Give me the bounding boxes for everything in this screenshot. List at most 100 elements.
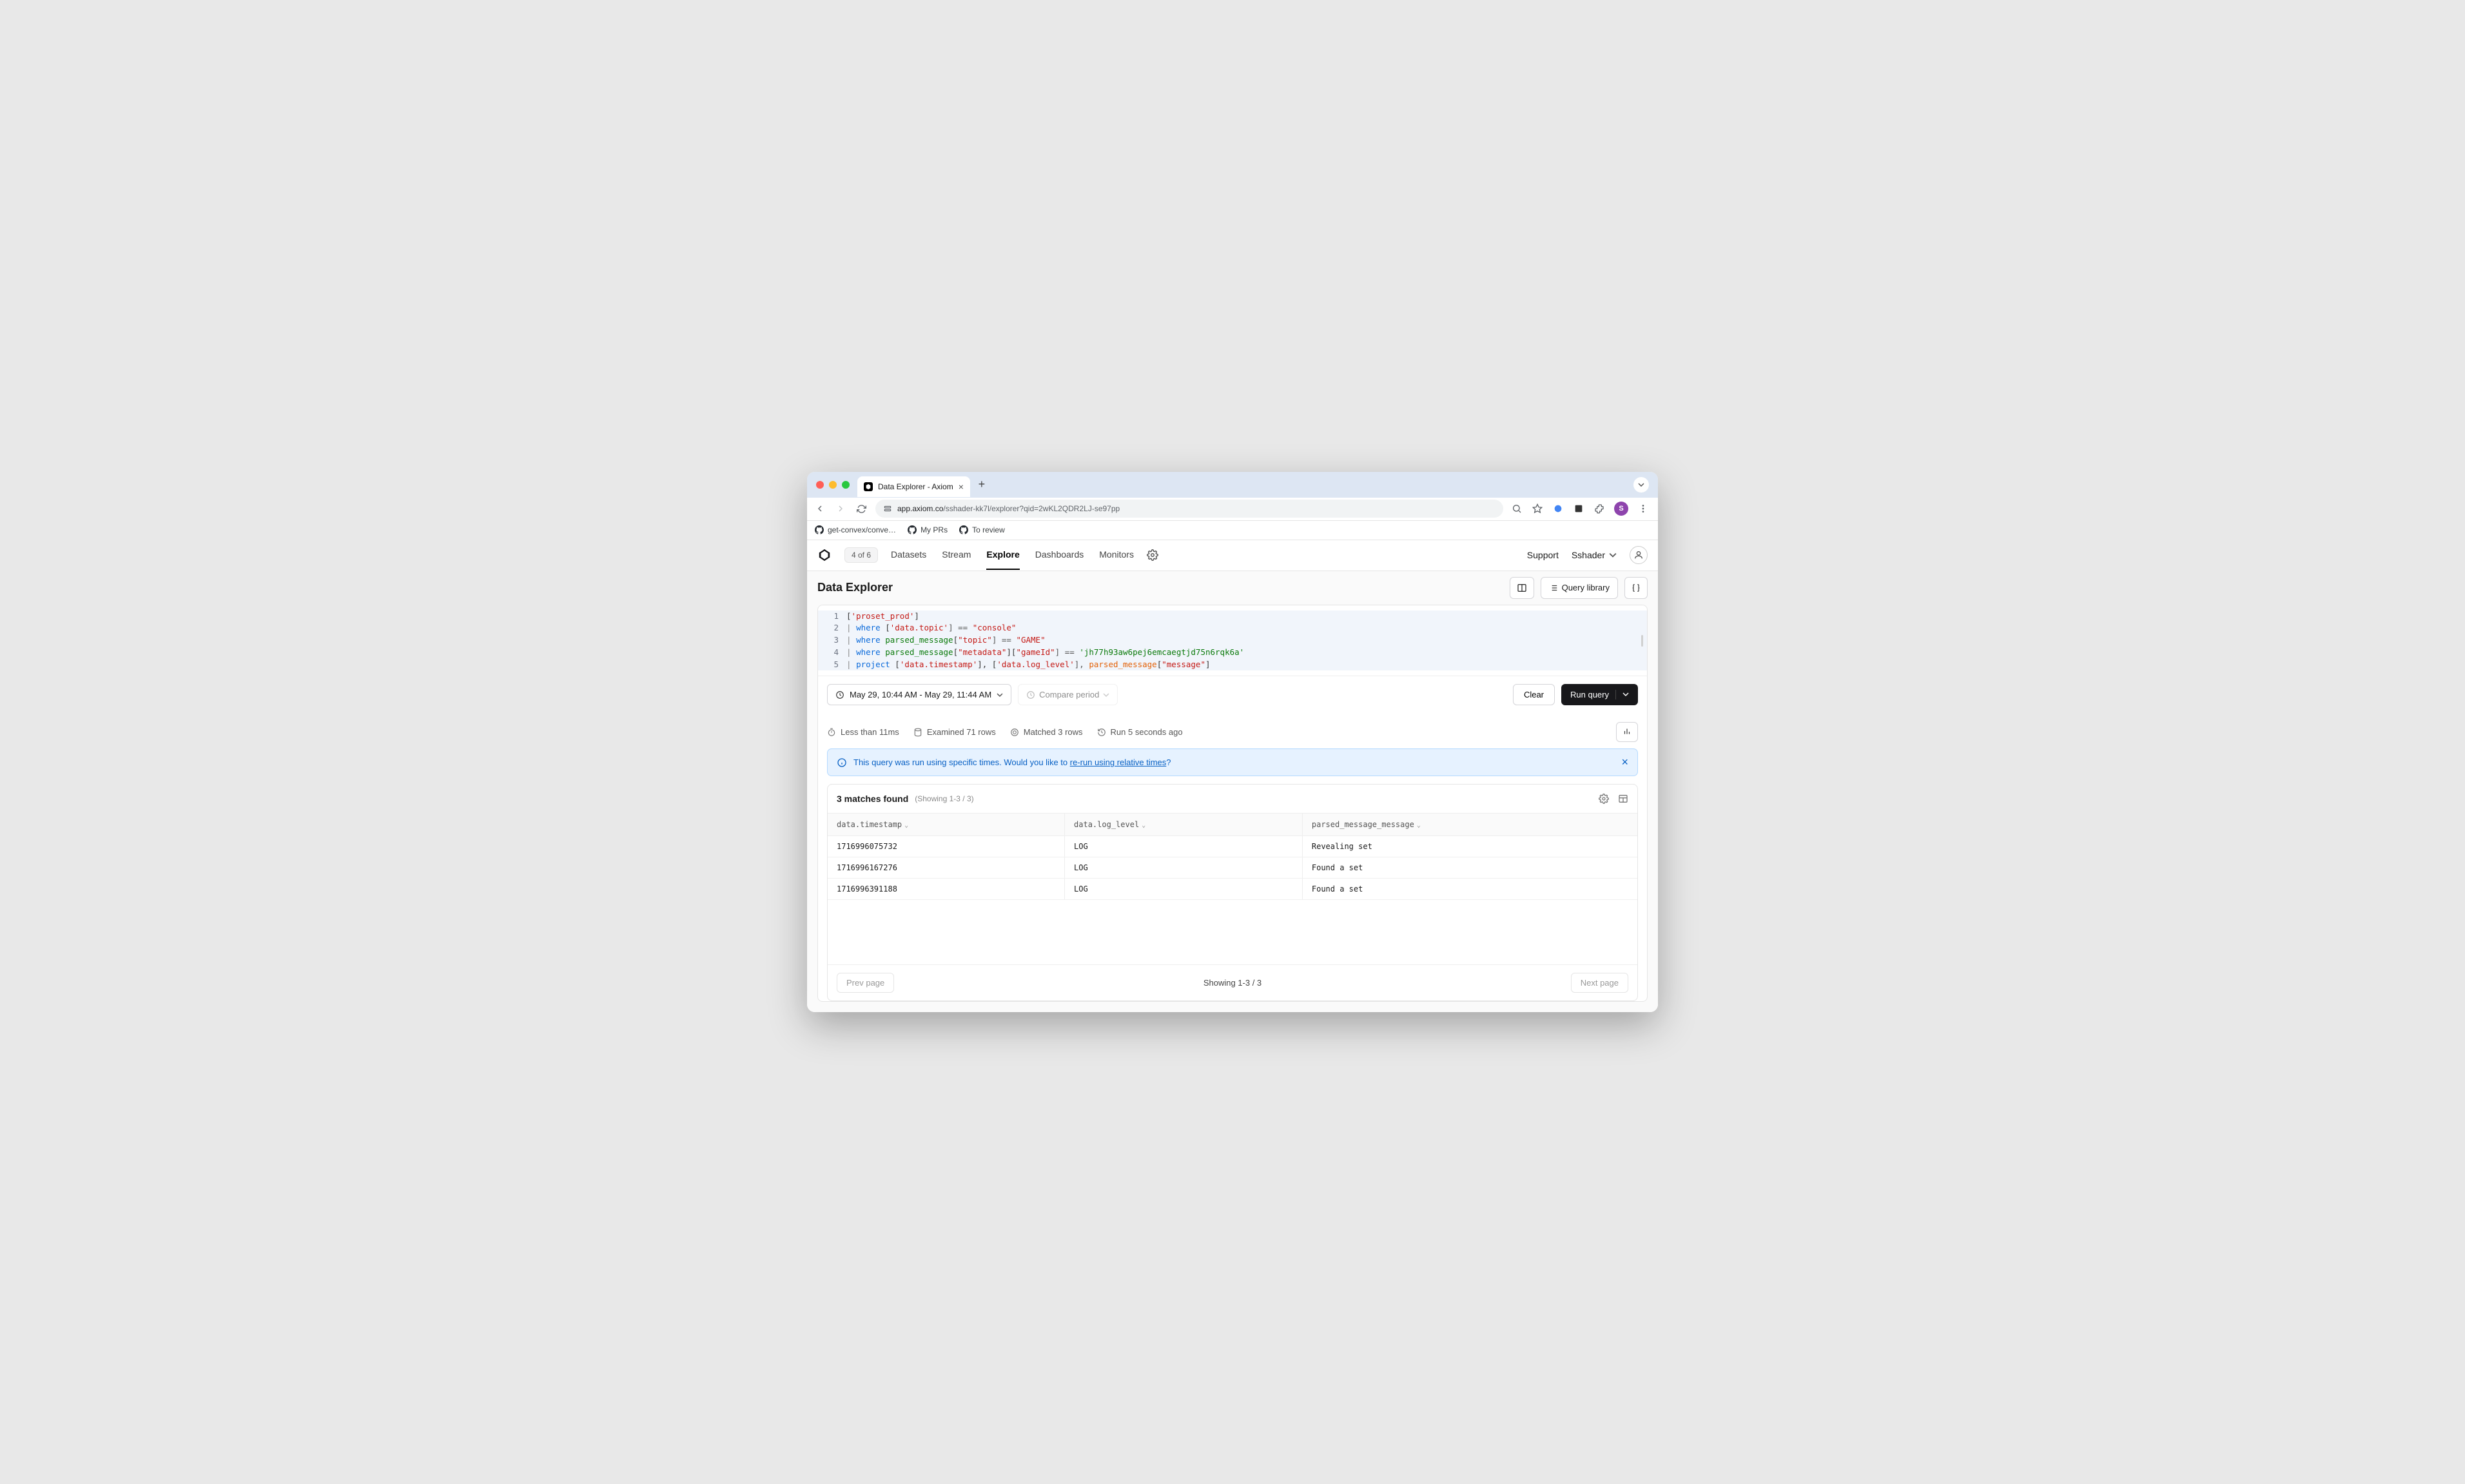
window-controls bbox=[814, 481, 857, 489]
close-window-button[interactable] bbox=[816, 481, 824, 489]
query-stats: Less than 11ms Examined 71 rows Matched … bbox=[818, 713, 1647, 748]
browser-tab[interactable]: Data Explorer - Axiom × bbox=[857, 476, 970, 497]
nav-stream[interactable]: Stream bbox=[942, 540, 971, 570]
table-cell: Revealing set bbox=[1302, 836, 1637, 857]
axiom-logo-icon[interactable] bbox=[817, 548, 832, 562]
info-banner: This query was run using specific times.… bbox=[827, 748, 1638, 776]
time-range-picker[interactable]: May 29, 10:44 AM - May 29, 11:44 AM bbox=[827, 684, 1011, 705]
database-icon bbox=[913, 728, 922, 737]
reload-button[interactable] bbox=[855, 502, 868, 515]
nav-datasets[interactable]: Datasets bbox=[891, 540, 926, 570]
extension-icon[interactable] bbox=[1573, 503, 1584, 514]
address-bar[interactable]: app.axiom.co/sshader-kk7l/explorer?qid=2… bbox=[875, 500, 1503, 518]
page-toolbar: Data Explorer Query library bbox=[807, 571, 1658, 605]
chart-toggle-button[interactable] bbox=[1616, 722, 1638, 742]
chevron-down-icon bbox=[997, 692, 1003, 698]
nav-dashboards[interactable]: Dashboards bbox=[1035, 540, 1084, 570]
browser-urlbar: app.axiom.co/sshader-kk7l/explorer?qid=2… bbox=[807, 498, 1658, 521]
new-tab-button[interactable]: + bbox=[973, 476, 991, 494]
minimap-indicator bbox=[1641, 635, 1643, 647]
line-number: 1 bbox=[826, 610, 839, 623]
chevron-down-icon bbox=[1103, 692, 1109, 698]
minimize-window-button[interactable] bbox=[829, 481, 837, 489]
stat-matched: Matched 3 rows bbox=[1010, 727, 1083, 737]
pagination: Prev page Showing 1-3 / 3 Next page bbox=[828, 964, 1637, 1001]
query-library-button[interactable]: Query library bbox=[1541, 577, 1618, 599]
clear-button[interactable]: Clear bbox=[1513, 684, 1555, 705]
table-header-row: data.timestamp⌄ data.log_level⌄ parsed_m… bbox=[828, 814, 1637, 836]
bookmark-item[interactable]: get-convex/conve… bbox=[815, 525, 896, 534]
bookmark-item[interactable]: My PRs bbox=[908, 525, 948, 534]
next-page-button[interactable]: Next page bbox=[1571, 973, 1628, 993]
settings-gear-icon[interactable] bbox=[1599, 794, 1609, 804]
code-line[interactable]: 2| where ['data.topic'] == "console" bbox=[818, 622, 1647, 634]
forward-button[interactable] bbox=[834, 502, 847, 515]
browser-tabbar: Data Explorer - Axiom × + bbox=[807, 472, 1658, 498]
zoom-icon[interactable] bbox=[1511, 503, 1523, 514]
stat-duration: Less than 11ms bbox=[827, 727, 899, 737]
maximize-window-button[interactable] bbox=[842, 481, 850, 489]
stopwatch-icon bbox=[827, 728, 836, 737]
run-query-button[interactable]: Run query bbox=[1561, 684, 1638, 705]
results-table: data.timestamp⌄ data.log_level⌄ parsed_m… bbox=[828, 813, 1637, 900]
settings-gear-icon[interactable] bbox=[1147, 549, 1158, 561]
github-icon bbox=[908, 525, 917, 534]
code-line[interactable]: 4| where parsed_message["metadata"]["gam… bbox=[818, 647, 1647, 659]
code-brackets-button[interactable] bbox=[1624, 577, 1648, 599]
chevron-down-icon: ⌄ bbox=[1417, 822, 1421, 829]
code-line[interactable]: 3| where parsed_message["topic"] == "GAM… bbox=[818, 634, 1647, 647]
panel-toggle-button[interactable] bbox=[1510, 577, 1534, 599]
browser-menu-icon[interactable] bbox=[1637, 503, 1649, 514]
table-cell: Found a set bbox=[1302, 857, 1637, 879]
table-cell: LOG bbox=[1065, 879, 1303, 900]
tab-title: Data Explorer - Axiom bbox=[878, 482, 953, 491]
showing-range: (Showing 1-3 / 3) bbox=[915, 794, 973, 803]
code-content: | where parsed_message["metadata"]["game… bbox=[846, 647, 1244, 659]
nav-explore[interactable]: Explore bbox=[986, 540, 1019, 570]
user-avatar-icon[interactable] bbox=[1630, 546, 1648, 564]
code-line[interactable]: 1 ['proset_prod'] bbox=[818, 610, 1647, 623]
table-row[interactable]: 1716996167276LOGFound a set bbox=[828, 857, 1637, 879]
compare-period-button[interactable]: Compare period bbox=[1018, 684, 1118, 705]
prev-page-button[interactable]: Prev page bbox=[837, 973, 894, 993]
stat-ran: Run 5 seconds ago bbox=[1097, 727, 1183, 737]
col-log-level[interactable]: data.log_level⌄ bbox=[1065, 814, 1303, 836]
layout-icon[interactable] bbox=[1618, 794, 1628, 804]
table-cell: Found a set bbox=[1302, 879, 1637, 900]
table-row[interactable]: 1716996391188LOGFound a set bbox=[828, 879, 1637, 900]
nav-monitors[interactable]: Monitors bbox=[1099, 540, 1134, 570]
extension-icon[interactable] bbox=[1552, 503, 1564, 514]
code-line[interactable]: 5| project ['data.timestamp'], ['data.lo… bbox=[818, 659, 1647, 671]
profile-avatar[interactable]: S bbox=[1614, 502, 1628, 516]
col-timestamp[interactable]: data.timestamp⌄ bbox=[828, 814, 1065, 836]
chevron-down-icon: ⌄ bbox=[904, 822, 908, 829]
table-row[interactable]: 1716996075732LOGRevealing set bbox=[828, 836, 1637, 857]
content-area: 1 ['proset_prod']2| where ['data.topic'] … bbox=[807, 605, 1658, 1013]
tabs-menu-button[interactable] bbox=[1633, 477, 1649, 493]
query-editor[interactable]: 1 ['proset_prod']2| where ['data.topic'] … bbox=[818, 605, 1647, 676]
workspace-selector[interactable]: 4 of 6 bbox=[844, 547, 878, 563]
table-cell: 1716996167276 bbox=[828, 857, 1065, 879]
user-menu[interactable]: Sshader bbox=[1572, 550, 1617, 560]
col-message[interactable]: parsed_message_message⌄ bbox=[1302, 814, 1637, 836]
github-icon bbox=[959, 525, 968, 534]
banner-close-button[interactable]: × bbox=[1621, 756, 1628, 769]
chevron-down-icon bbox=[1609, 551, 1617, 559]
rerun-relative-link[interactable]: re-run using relative times bbox=[1070, 757, 1167, 767]
table-cell: 1716996075732 bbox=[828, 836, 1065, 857]
back-button[interactable] bbox=[814, 502, 826, 515]
page-title: Data Explorer bbox=[817, 581, 893, 594]
url-actions: S bbox=[1511, 502, 1651, 516]
browser-window: Data Explorer - Axiom × + app.axiom.co/s… bbox=[807, 472, 1658, 1013]
support-link[interactable]: Support bbox=[1527, 550, 1559, 560]
history-icon bbox=[1026, 690, 1035, 699]
extensions-puzzle-icon[interactable] bbox=[1593, 503, 1605, 514]
code-content: | where parsed_message["topic"] == "GAME… bbox=[846, 634, 1046, 647]
bookmark-item[interactable]: To review bbox=[959, 525, 1005, 534]
site-settings-icon bbox=[883, 504, 892, 513]
banner-text: This query was run using specific times.… bbox=[853, 757, 1171, 767]
code-content: ['proset_prod'] bbox=[846, 610, 919, 623]
code-content: | where ['data.topic'] == "console" bbox=[846, 622, 1016, 634]
bookmark-star-icon[interactable] bbox=[1532, 503, 1543, 514]
close-tab-button[interactable]: × bbox=[959, 482, 964, 492]
